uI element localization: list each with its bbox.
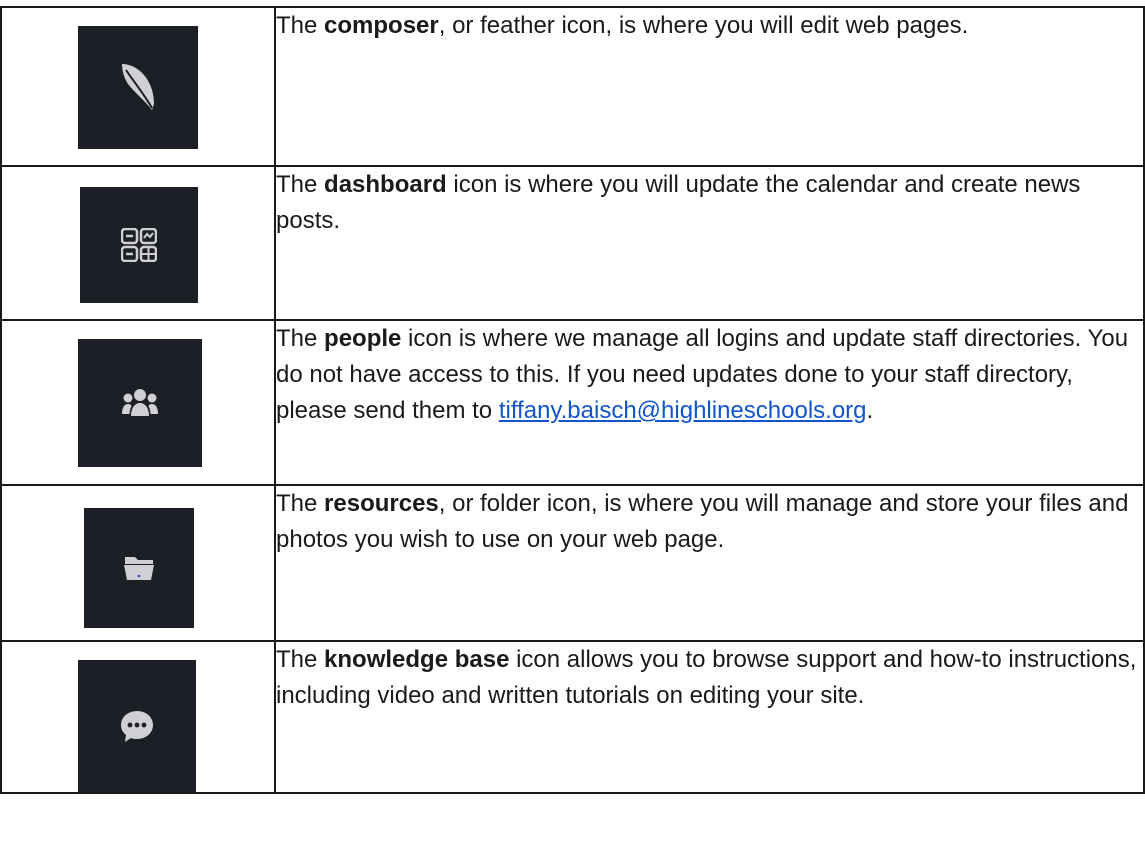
description-text: The bbox=[276, 325, 325, 352]
table-row: The people icon is where we manage all l… bbox=[0, 319, 1145, 486]
term-people: people bbox=[324, 325, 402, 352]
folder-icon bbox=[124, 557, 154, 580]
term-composer: composer bbox=[324, 12, 439, 39]
description-text: The bbox=[276, 646, 325, 673]
description-text: , or feather icon, is where you will edi… bbox=[438, 12, 969, 39]
icon-cell bbox=[0, 319, 276, 486]
table-row: The knowledge base icon allows you to br… bbox=[0, 640, 1145, 794]
chat-bubble-icon bbox=[121, 711, 153, 742]
people-icon bbox=[122, 389, 158, 416]
knowledge-base-icon-tile bbox=[78, 660, 196, 792]
table-row: The composer, or feather icon, is where … bbox=[0, 6, 1145, 167]
icon-cell bbox=[0, 165, 276, 321]
term-dashboard: dashboard bbox=[324, 171, 447, 198]
icon-cell bbox=[0, 640, 276, 794]
description-cell: The composer, or feather icon, is where … bbox=[274, 6, 1145, 167]
description-cell: The dashboard icon is where you will upd… bbox=[274, 165, 1145, 321]
description-text: . bbox=[866, 397, 874, 424]
term-resources: resources bbox=[324, 490, 439, 517]
people-icon-tile bbox=[78, 339, 202, 467]
description-text: The bbox=[276, 490, 325, 517]
description-text: The bbox=[276, 12, 325, 39]
description-cell: The resources, or folder icon, is where … bbox=[274, 484, 1145, 642]
icon-cell bbox=[0, 484, 276, 642]
table-row: The dashboard icon is where you will upd… bbox=[0, 165, 1145, 321]
email-link[interactable]: tiffany.baisch@highlineschools.org bbox=[499, 397, 867, 424]
resources-icon-tile bbox=[84, 508, 194, 628]
dashboard-icon-tile bbox=[80, 187, 198, 303]
description-cell: The knowledge base icon allows you to br… bbox=[274, 640, 1145, 794]
icon-guide-table: The composer, or feather icon, is where … bbox=[0, 6, 1145, 794]
table-row: The resources, or folder icon, is where … bbox=[0, 484, 1145, 642]
feather-icon bbox=[122, 63, 154, 110]
description-cell: The people icon is where we manage all l… bbox=[274, 319, 1145, 486]
icon-cell bbox=[0, 6, 276, 167]
composer-icon-tile bbox=[78, 26, 198, 149]
term-knowledge-base: knowledge base bbox=[324, 646, 510, 673]
dashboard-icon bbox=[121, 228, 157, 262]
description-text: The bbox=[276, 171, 325, 198]
